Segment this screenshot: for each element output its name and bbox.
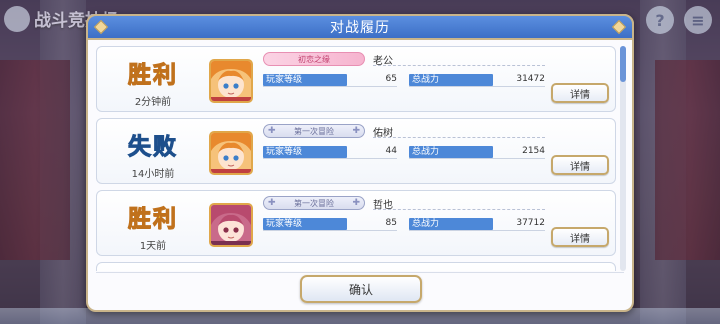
detail-button[interactable]: 详情	[551, 227, 609, 247]
player-title-badge: ✚ 第一次冒险 ✚	[263, 124, 365, 138]
result-label: 失败	[128, 134, 178, 161]
name-underline	[373, 137, 545, 138]
result-label: 胜利	[128, 206, 178, 233]
stat-underline	[409, 158, 545, 159]
battle-entry: 失败 14小时前 ✚ 第一次冒险 ✚ 佑树 玩家等级 44 总战力 2154 详…	[96, 118, 616, 184]
orange-hair-girl-icon	[211, 133, 251, 173]
total-power-label: 总战力	[409, 146, 493, 158]
time-ago: 14小时前	[131, 169, 175, 180]
player-title-badge: ✚ 第一次冒险 ✚	[263, 196, 365, 210]
total-power-value: 2154	[522, 146, 545, 156]
battle-entry: 胜利 2分钟前 初恋之缘 老公 玩家等级 65 总战力 31472 详情	[96, 46, 616, 112]
total-power-value: 37712	[516, 218, 545, 228]
orange-hair-girl-icon	[211, 61, 251, 101]
menu-icon[interactable]: ≡	[684, 6, 712, 34]
back-button[interactable]	[4, 6, 30, 32]
time-ago: 1天前	[139, 241, 167, 252]
plus-icon: ✚	[268, 126, 276, 136]
battle-entry: 胜利 1天前 ✚ 第一次冒险 ✚ 哲也 玩家等级 85 总战力 37712 详情	[96, 190, 616, 256]
battle-history-modal: 对战履历 胜利 2分钟前 初恋之缘 老公 玩家等级 65 总战力 31472 详…	[86, 14, 634, 312]
avatar[interactable]	[209, 131, 253, 175]
modal-title: 对战履历	[330, 20, 390, 36]
plus-icon: ✚	[352, 198, 360, 208]
player-title-badge: 初恋之缘	[263, 52, 365, 66]
detail-button[interactable]: 详情	[551, 155, 609, 175]
pink-hair-girl-icon	[211, 205, 251, 245]
confirm-button[interactable]: 确认	[300, 275, 422, 303]
stat-underline	[263, 230, 397, 231]
total-power-label: 总战力	[409, 218, 493, 230]
name-underline	[373, 65, 545, 66]
result-label: 胜利	[128, 62, 178, 89]
player-title-text: 第一次冒险	[294, 198, 334, 208]
list-scrollbar[interactable]	[620, 46, 626, 271]
avatar[interactable]	[209, 59, 253, 103]
plus-icon: ✚	[352, 126, 360, 136]
player-level-label: 玩家等级	[263, 74, 347, 86]
stat-underline	[409, 230, 545, 231]
player-level-value: 65	[385, 74, 397, 84]
battle-entry	[96, 262, 616, 271]
avatar[interactable]	[209, 203, 253, 247]
stat-underline	[409, 86, 545, 87]
player-level-value: 85	[385, 218, 397, 228]
player-level-label: 玩家等级	[263, 218, 347, 230]
scrollbar-thumb[interactable]	[620, 46, 626, 82]
player-level-value: 44	[385, 146, 397, 156]
modal-header: 对战履历	[86, 14, 634, 40]
stat-underline	[263, 86, 397, 87]
detail-button[interactable]: 详情	[551, 83, 609, 103]
player-title-text: 第一次冒险	[294, 126, 334, 136]
header-ornament-icon	[611, 19, 627, 35]
question-icon[interactable]: ?	[646, 6, 674, 34]
total-power-label: 总战力	[409, 74, 493, 86]
header-ornament-icon	[93, 19, 109, 35]
time-ago: 2分钟前	[134, 97, 172, 108]
footer-divider	[96, 272, 624, 273]
player-level-label: 玩家等级	[263, 146, 347, 158]
battle-history-list[interactable]: 胜利 2分钟前 初恋之缘 老公 玩家等级 65 总战力 31472 详情 失败 …	[96, 46, 616, 271]
stat-underline	[263, 158, 397, 159]
total-power-value: 31472	[516, 74, 545, 84]
plus-icon: ✚	[268, 198, 276, 208]
name-underline	[373, 209, 545, 210]
